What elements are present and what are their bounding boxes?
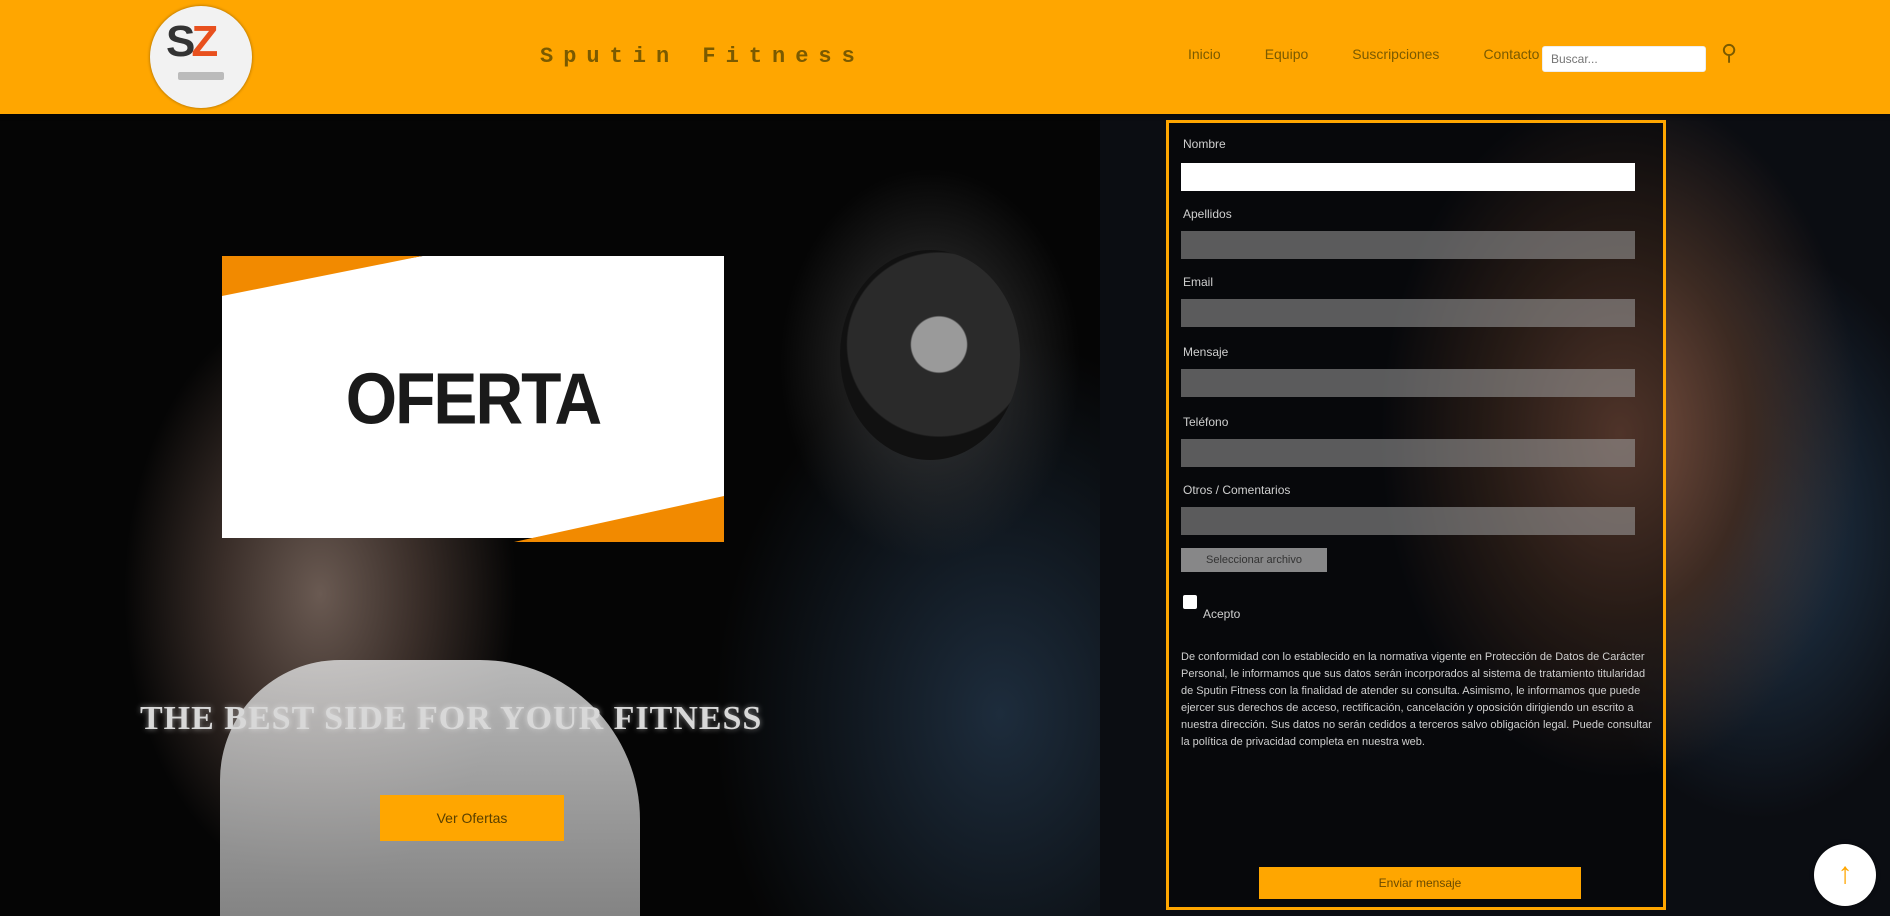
comments-label: Otros / Comentarios <box>1183 483 1291 497</box>
message-field[interactable] <box>1181 369 1635 397</box>
email-field[interactable] <box>1181 299 1635 327</box>
phone-label: Teléfono <box>1183 415 1229 429</box>
privacy-policy-text: De conformidad con lo establecido en la … <box>1181 651 1652 748</box>
search-icon[interactable]: ⚲ <box>1716 40 1742 66</box>
site-logo[interactable]: SZ <box>150 6 252 108</box>
contact-form: Nombre Apellidos Email Mensaje Teléfono … <box>1166 120 1666 910</box>
hero-tagline: THE BEST SIDE FOR YOUR FITNESS <box>140 700 763 737</box>
email-label: Email <box>1183 275 1214 289</box>
athlete-shorts-image <box>220 660 640 916</box>
dumbbell-plate-image <box>840 250 1020 460</box>
offer-label: OFERTA <box>345 357 602 439</box>
name-label: Nombre <box>1183 137 1226 151</box>
nav-item-contacto[interactable]: Contacto <box>1483 46 1539 62</box>
offer-banner[interactable]: OFERTA <box>222 256 724 542</box>
site-header: SZ Sputin Fitness Inicio Equipo Suscripc… <box>0 0 1890 114</box>
nav-item-inicio[interactable]: Inicio <box>1188 46 1221 62</box>
arrow-up-icon[interactable]: ↑ <box>1814 844 1876 906</box>
surname-label: Apellidos <box>1183 207 1232 221</box>
surname-field[interactable] <box>1181 231 1635 259</box>
view-offers-button[interactable]: Ver Ofertas <box>380 795 564 841</box>
nav-item-equipo[interactable]: Equipo <box>1265 46 1309 62</box>
comments-field[interactable] <box>1181 507 1635 535</box>
accept-label: Acepto <box>1203 607 1241 621</box>
main-nav: Inicio Equipo Suscripciones Contacto <box>1188 46 1539 62</box>
logo-mark: SZ <box>166 17 218 66</box>
submit-button[interactable]: Enviar mensaje <box>1259 867 1581 899</box>
message-label: Mensaje <box>1183 345 1229 359</box>
nav-item-suscripciones[interactable]: Suscripciones <box>1352 46 1439 62</box>
site-title: Sputin Fitness <box>540 44 865 69</box>
accept-checkbox[interactable] <box>1183 595 1197 609</box>
phone-field[interactable] <box>1181 439 1635 467</box>
file-upload-button[interactable]: Seleccionar archivo <box>1181 548 1327 572</box>
search-input[interactable] <box>1542 46 1706 72</box>
logo-subtitle <box>178 72 224 80</box>
name-field[interactable] <box>1181 163 1635 191</box>
